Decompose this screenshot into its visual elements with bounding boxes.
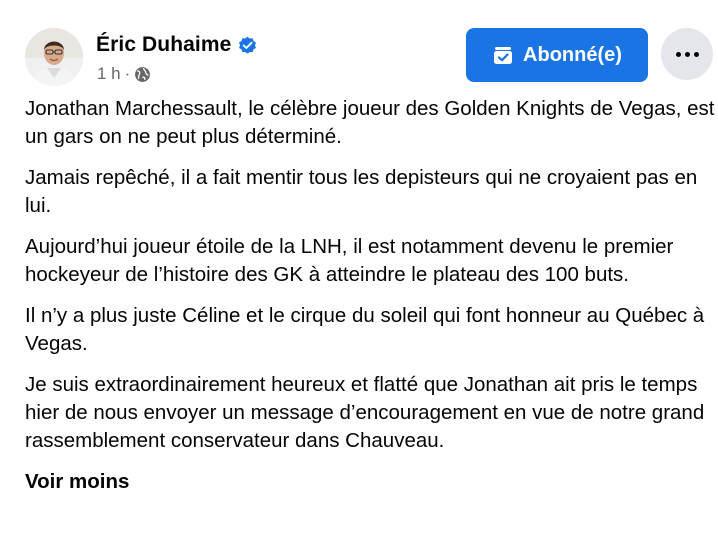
post-paragraph: Il n’y a plus juste Céline et le cirque …: [25, 304, 705, 355]
profile-photo: [25, 28, 83, 86]
see-less-link[interactable]: Voir moins: [25, 468, 129, 496]
post-paragraph: Jonathan Marchessault, le célèbre joueur…: [25, 97, 715, 148]
following-button[interactable]: Abonné(e): [466, 28, 648, 82]
meta-separator: ·: [124, 64, 131, 83]
post-header: Éric Duhaime 1 h · Abonné(e): [0, 0, 718, 92]
author-name[interactable]: Éric Duhaime: [96, 33, 231, 57]
author-row: Éric Duhaime: [96, 33, 257, 57]
avatar[interactable]: [25, 28, 83, 86]
following-button-label: Abonné(e): [523, 43, 622, 66]
verified-badge-icon: [238, 36, 257, 55]
following-check-icon: [492, 44, 514, 66]
post-paragraph: Je suis extraordinairement heureux et fl…: [25, 373, 705, 452]
post-timestamp[interactable]: 1 h: [97, 64, 121, 84]
post-meta: 1 h ·: [97, 64, 151, 84]
post-message: Jonathan Marchessault, le célèbre joueur…: [25, 95, 717, 496]
post-paragraph: Aujourd’hui joueur étoile de la LNH, il …: [25, 235, 674, 286]
more-options-icon: [674, 51, 701, 57]
more-options-button[interactable]: [661, 28, 713, 80]
post-paragraph: Jamais repêché, il a fait mentir tous le…: [25, 166, 698, 217]
globe-icon[interactable]: [134, 66, 151, 83]
